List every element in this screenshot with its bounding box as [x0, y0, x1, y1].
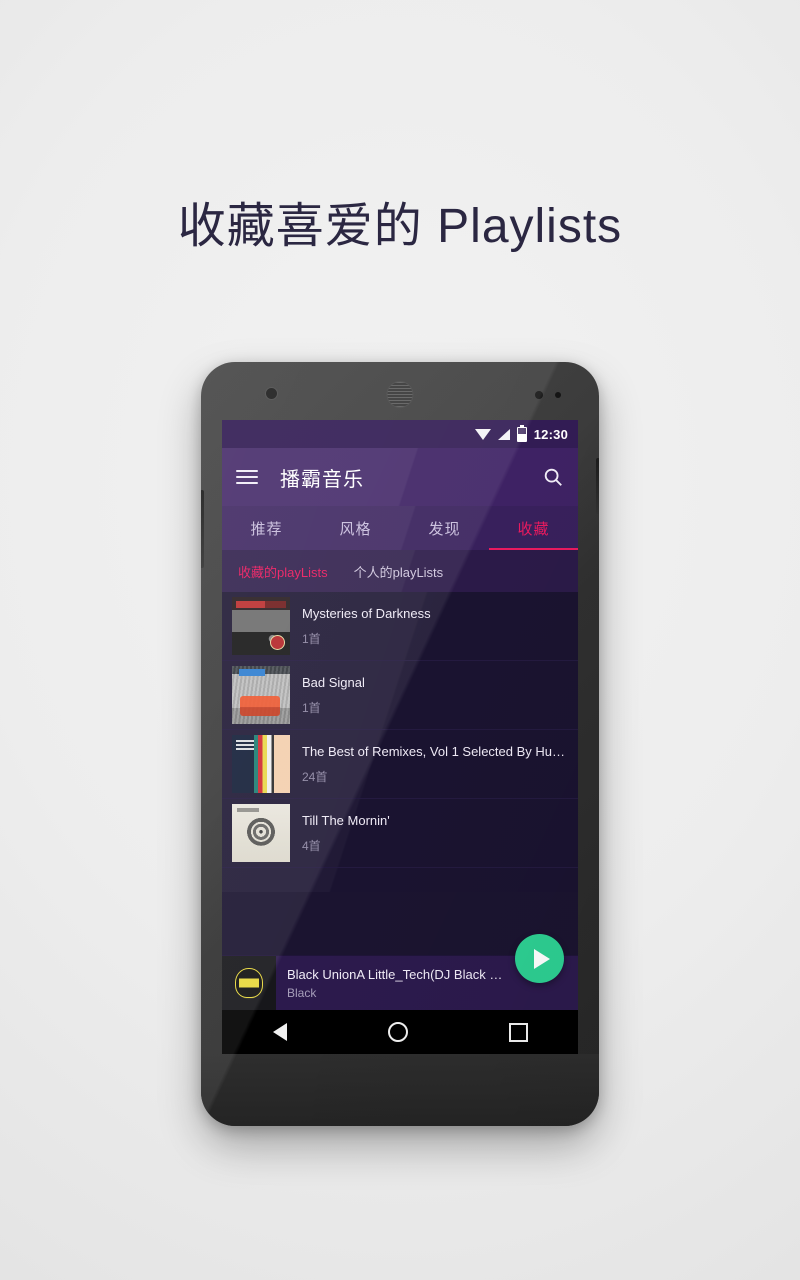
phone-device: 12:30 播霸音乐 推荐 风格 发现 收藏 收藏的playLists 个人的p… — [201, 362, 599, 1126]
playlist-title: Bad Signal — [302, 674, 365, 690]
bad-signal-album-art — [232, 666, 290, 724]
keepnoise-album-art — [232, 597, 290, 655]
app-title: 播霸音乐 — [280, 468, 364, 491]
playlist-list: Mysteries of Darkness 1首 Bad Signal 1首 T… — [222, 592, 578, 892]
subtab-bar: 收藏的playLists 个人的playLists — [222, 550, 578, 592]
light-sensor-icon — [555, 392, 561, 398]
playlist-count: 24首 — [302, 769, 328, 784]
play-button[interactable] — [515, 934, 564, 983]
front-camera-icon — [265, 387, 278, 400]
android-nav-bar — [222, 1010, 578, 1054]
phone-screen: 12:30 播霸音乐 推荐 风格 发现 收藏 收藏的playLists 个人的p… — [222, 420, 578, 1010]
list-item[interactable]: Bad Signal 1首 — [222, 661, 578, 730]
list-item[interactable]: Till The Mornin' 4首 — [222, 799, 578, 868]
app-bar: 播霸音乐 — [222, 448, 578, 506]
play-icon — [533, 948, 550, 969]
recents-icon[interactable] — [508, 1022, 528, 1042]
player-artist: Black — [287, 985, 317, 1000]
status-bar: 12:30 — [222, 420, 578, 448]
signal-icon — [497, 428, 510, 440]
home-icon[interactable] — [387, 1022, 408, 1042]
battery-icon — [516, 426, 527, 442]
till-the-mornin-album-art — [232, 804, 290, 862]
tab-recommend[interactable]: 推荐 — [222, 506, 311, 550]
proximity-sensor-icon — [535, 391, 543, 399]
hamburger-menu-icon[interactable] — [236, 470, 258, 484]
tab-favorites[interactable]: 收藏 — [489, 506, 578, 550]
playlist-count: 1首 — [302, 631, 321, 646]
earpiece-speaker-icon — [386, 381, 414, 408]
volume-button[interactable] — [201, 490, 204, 568]
wifi-icon — [474, 428, 491, 440]
page-title: 收藏喜爱的 Playlists — [177, 200, 623, 253]
playlist-title: Mysteries of Darkness — [302, 605, 431, 621]
search-icon[interactable] — [542, 466, 564, 488]
black-union-album-art — [222, 956, 276, 1010]
playlist-count: 4首 — [302, 838, 321, 853]
tab-discover[interactable]: 发现 — [400, 506, 489, 550]
list-item[interactable]: Mysteries of Darkness 1首 — [222, 592, 578, 661]
tab-genre[interactable]: 风格 — [311, 506, 400, 550]
best-of-remixes-album-art — [232, 735, 290, 793]
subtab-personal-playlists[interactable]: 个人的playLists — [354, 562, 444, 581]
playlist-title: Till The Mornin' — [302, 812, 390, 828]
back-icon[interactable] — [272, 1023, 287, 1041]
player-track-title: Black UnionA Little_Tech(DJ Black … — [287, 966, 503, 982]
tab-bar: 推荐 风格 发现 收藏 — [222, 506, 578, 550]
playlist-count: 1首 — [302, 700, 321, 715]
playlist-title: The Best of Remixes, Vol 1 Selected By H… — [302, 743, 566, 759]
phone-chin — [201, 1054, 599, 1126]
subtab-favorite-playlists[interactable]: 收藏的playLists — [238, 562, 328, 581]
status-time: 12:30 — [533, 426, 568, 442]
list-item[interactable]: The Best of Remixes, Vol 1 Selected By H… — [222, 730, 578, 799]
power-button[interactable] — [596, 458, 599, 514]
